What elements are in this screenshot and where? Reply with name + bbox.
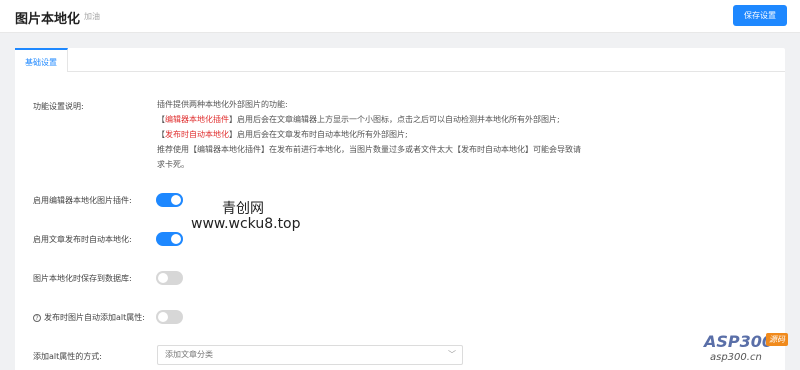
question-circle-icon[interactable]: ? — [33, 314, 41, 322]
setting-label-save-to-db: 图片本地化时保存到数据库: — [33, 274, 132, 283]
toggle-save-to-db[interactable] — [156, 271, 183, 285]
toggle-auto-alt[interactable] — [156, 310, 183, 324]
toggle-editor-plugin[interactable] — [156, 193, 183, 207]
page-title: 图片本地化 — [15, 12, 81, 27]
description-line-4: 推荐使用【编辑器本地化插件】在发布前进行本地化，当图片数量过多或者文件太大【发布… — [157, 145, 581, 154]
alt-method-select[interactable]: 添加文章分类 ﹀ — [157, 345, 463, 365]
setting-label-auto-localize: 启用文章发布时自动本地化: — [33, 235, 132, 244]
save-settings-button[interactable]: 保存设置 — [733, 5, 787, 26]
watermark-line-2: www.wcku8.top — [191, 216, 301, 232]
editor-plugin-highlight: 编辑器本地化插件 — [165, 115, 229, 124]
tab-basic-settings[interactable]: 基础设置 — [15, 48, 68, 72]
feature-description: 插件提供两种本地化外部图片的功能: 【编辑器本地化插件】启用后会在文章编辑器上方… — [157, 97, 627, 172]
setting-label-auto-alt: ? 发布时图片自动添加alt属性: — [33, 312, 145, 323]
description-line-1: 插件提供两种本地化外部图片的功能: — [157, 100, 288, 109]
description-label: 功能设置说明: — [33, 102, 84, 111]
logo-main-text: ASP300 — [704, 332, 774, 351]
description-line-5: 求卡死。 — [157, 160, 189, 169]
toggle-knob — [171, 234, 181, 244]
logo-badge: 源码 — [766, 333, 788, 346]
chevron-down-icon: ﹀ — [448, 350, 456, 359]
logo-url: asp300.cn — [710, 352, 762, 363]
description-line-2: 【编辑器本地化插件】启用后会在文章编辑器上方显示一个小图标，点击之后可以自动检测… — [157, 115, 560, 124]
site-logo: ASP300 源码 asp300.cn — [704, 330, 800, 370]
top-bar: 图片本地化 加油 保存设置 — [0, 0, 800, 33]
toggle-knob — [158, 312, 168, 322]
auto-publish-highlight: 发布时自动本地化 — [165, 130, 229, 139]
tab-bar: 基础设置 — [15, 48, 785, 72]
toggle-auto-localize[interactable] — [156, 232, 183, 246]
alt-method-label: 添加alt属性的方式: — [33, 352, 102, 361]
alt-method-selected: 添加文章分类 — [165, 350, 213, 359]
page-subtitle: 加油 — [84, 12, 100, 21]
toggle-knob — [171, 195, 181, 205]
setting-label-editor-plugin: 启用编辑器本地化图片插件: — [33, 196, 132, 205]
description-line-3: 【发布时自动本地化】启用后会在文章发布时自动本地化所有外部图片; — [157, 130, 408, 139]
watermark-line-1: 青创网 — [222, 201, 264, 217]
toggle-knob — [158, 273, 168, 283]
